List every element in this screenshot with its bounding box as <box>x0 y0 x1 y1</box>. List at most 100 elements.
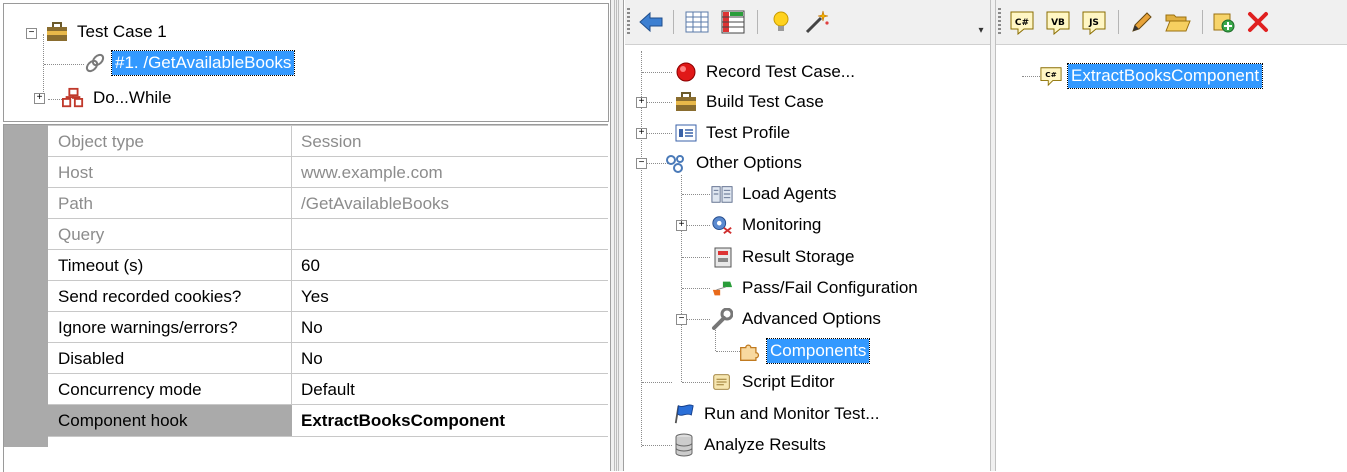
property-name: Object type <box>58 132 144 151</box>
tree-label: Do...While <box>93 88 172 107</box>
collapse-toggle-other-options[interactable]: − <box>636 158 647 169</box>
toolbar-overflow-icon[interactable]: ▾ <box>976 24 986 38</box>
thumbs-icon <box>711 277 733 299</box>
nav-item-load-agents[interactable]: Load Agents <box>711 180 840 208</box>
toolbar-grip[interactable] <box>627 8 630 36</box>
property-value: /GetAvailableBooks <box>301 194 450 213</box>
property-row-timeout[interactable]: Timeout (s) 60 <box>48 249 608 281</box>
csharp-component-icon: C# <box>1009 9 1035 35</box>
edit-component-button[interactable] <box>1126 6 1158 38</box>
nav-item-result-storage[interactable]: Result Storage <box>711 243 857 271</box>
property-value: Session <box>301 132 362 151</box>
property-value: www.example.com <box>301 163 443 182</box>
property-name: Host <box>58 163 93 182</box>
property-row-object-type[interactable]: Object type Session <box>48 125 608 157</box>
collapse-toggle-test-case[interactable]: − <box>26 28 37 39</box>
toolbar-grip[interactable] <box>998 8 1001 36</box>
record-icon <box>675 61 697 83</box>
puzzle-icon <box>739 340 761 362</box>
property-value[interactable]: 60 <box>301 250 601 281</box>
link-icon <box>84 52 106 74</box>
expand-toggle-monitoring[interactable]: + <box>676 220 687 231</box>
nav-item-build-test-case[interactable]: Build Test Case <box>675 88 827 116</box>
open-component-button[interactable] <box>1162 6 1194 38</box>
load-agents-icon <box>711 183 733 205</box>
property-value[interactable]: No <box>301 312 601 343</box>
briefcase-icon <box>675 91 697 113</box>
tree-node-session[interactable]: #1. /GetAvailableBooks <box>84 49 296 77</box>
nav-item-run-and-monitor-test[interactable]: Run and Monitor Test... <box>673 400 882 428</box>
nav-label: Build Test Case <box>706 92 824 111</box>
tips-button[interactable] <box>765 6 797 38</box>
svg-text:JS: JS <box>1088 18 1099 28</box>
property-row-host[interactable]: Host www.example.com <box>48 156 608 188</box>
vb-component-icon: VB <box>1045 9 1071 35</box>
svg-text:C#: C# <box>1015 18 1029 28</box>
property-row-send-cookies[interactable]: Send recorded cookies? Yes <box>48 280 608 312</box>
expand-toggle-build-test-case[interactable]: + <box>636 97 647 108</box>
open-folder-icon <box>1165 11 1191 33</box>
property-name: Path <box>58 194 93 213</box>
loop-flow-icon <box>62 87 84 109</box>
nav-item-test-profile[interactable]: Test Profile <box>675 119 793 147</box>
csharp-component-icon: C# <box>1040 65 1062 87</box>
property-row-query[interactable]: Query <box>48 218 608 250</box>
property-value[interactable]: No <box>301 343 601 374</box>
nav-label: Result Storage <box>742 247 855 266</box>
nav-item-script-editor[interactable]: Script Editor <box>711 368 838 396</box>
property-value <box>301 219 601 250</box>
tree-label: #1. /GetAvailableBooks <box>110 50 296 76</box>
property-row-ignore-warnings[interactable]: Ignore warnings/errors? No <box>48 311 608 343</box>
nav-label: Load Agents <box>742 184 837 203</box>
database-icon <box>673 433 695 457</box>
tree-node-test-case[interactable]: Test Case 1 <box>46 18 170 46</box>
property-row-concurrency-mode[interactable]: Concurrency mode Default <box>48 373 608 405</box>
left-pane: − Test Case 1 #1. /GetAvailableBooks + D… <box>0 0 610 472</box>
property-row-path[interactable]: Path /GetAvailableBooks <box>48 187 608 219</box>
nav-label: Run and Monitor Test... <box>704 404 880 423</box>
expand-toggle-test-profile[interactable]: + <box>636 128 647 139</box>
nav-item-record-test-case[interactable]: Record Test Case... <box>675 58 858 86</box>
expand-toggle-loop[interactable]: + <box>34 93 45 104</box>
navigation-toolbar: ▾ <box>625 0 990 44</box>
delete-icon <box>1247 11 1269 33</box>
nav-item-other-options[interactable]: Other Options <box>665 149 805 177</box>
back-button[interactable] <box>635 6 667 38</box>
nav-label: Advanced Options <box>742 309 881 328</box>
property-value[interactable]: ExtractBooksComponent <box>292 405 608 436</box>
nav-label: Analyze Results <box>704 435 826 454</box>
nav-item-analyze-results[interactable]: Analyze Results <box>673 431 829 459</box>
wrench-icon <box>711 308 733 330</box>
tree-line <box>44 64 84 65</box>
component-item[interactable]: C# ExtractBooksComponent <box>1040 62 1264 90</box>
grid-view-button[interactable] <box>681 6 713 38</box>
collapse-toggle-advanced-options[interactable]: − <box>676 314 687 325</box>
property-row-disabled[interactable]: Disabled No <box>48 342 608 374</box>
script-scroll-icon <box>711 371 733 393</box>
components-list: C# ExtractBooksComponent <box>996 44 1347 472</box>
tree-node-loop[interactable]: Do...While <box>62 84 174 112</box>
delete-component-button[interactable] <box>1242 6 1274 38</box>
pane-splitter[interactable] <box>610 0 624 471</box>
js-component-icon: JS <box>1081 9 1107 35</box>
property-name: Ignore warnings/errors? <box>58 318 238 337</box>
navigation-tree: + + − + − Record Test Case... Build Test… <box>625 44 990 472</box>
back-arrow-icon <box>638 11 664 33</box>
new-csharp-component-button[interactable]: C# <box>1006 6 1038 38</box>
property-value[interactable]: Yes <box>301 281 601 312</box>
property-row-component-hook[interactable]: Component hook ExtractBooksComponent <box>48 404 608 437</box>
new-item-button[interactable] <box>1208 6 1240 38</box>
new-vb-component-button[interactable]: VB <box>1042 6 1074 38</box>
new-js-component-button[interactable]: JS <box>1078 6 1110 38</box>
wizard-button[interactable] <box>801 6 833 38</box>
nav-item-pass-fail-configuration[interactable]: Pass/Fail Configuration <box>711 274 921 302</box>
nav-item-components[interactable]: Components <box>739 337 871 365</box>
property-name: Query <box>58 225 105 244</box>
nav-label: Record Test Case... <box>706 62 855 81</box>
nav-item-advanced-options[interactable]: Advanced Options <box>711 305 884 333</box>
nav-item-monitoring[interactable]: Monitoring <box>711 211 824 239</box>
table-view-button[interactable] <box>717 6 749 38</box>
svg-text:VB: VB <box>1051 18 1065 28</box>
table-grid-icon <box>721 10 745 34</box>
property-value[interactable]: Default <box>301 374 601 405</box>
